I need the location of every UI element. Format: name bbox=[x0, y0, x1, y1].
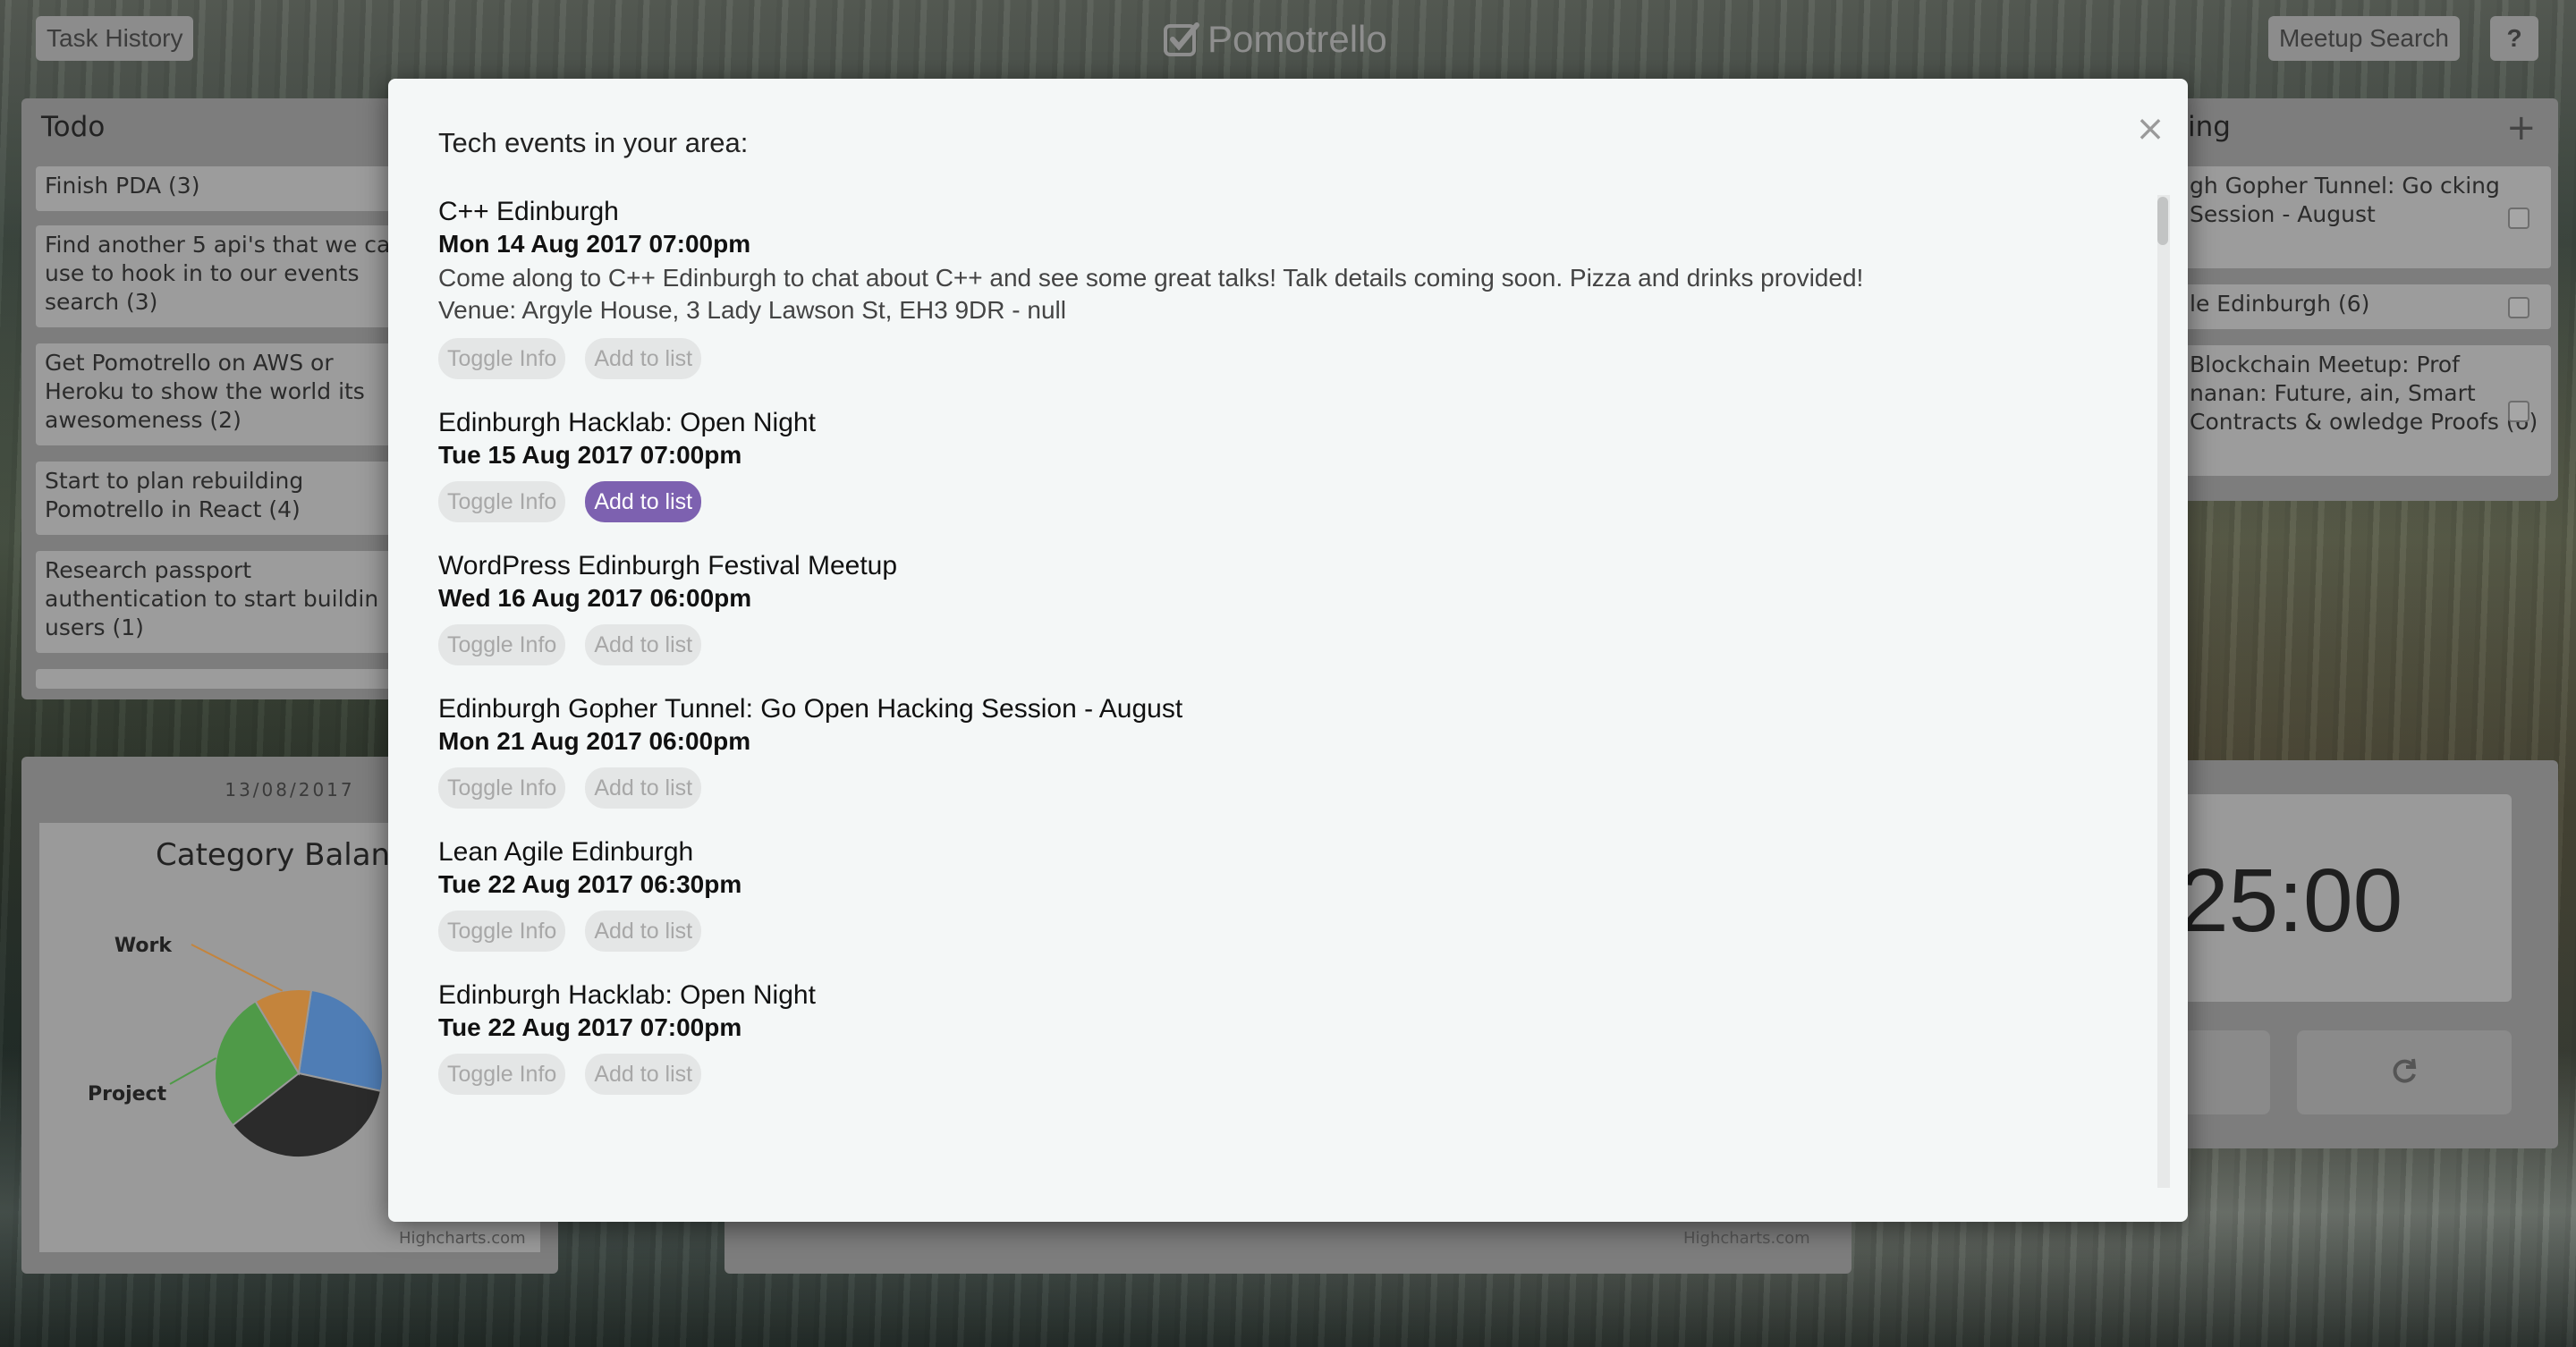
event-name: Edinburgh Hacklab: Open Night bbox=[438, 408, 816, 437]
event-date: Tue 15 Aug 2017 07:00pm bbox=[438, 441, 742, 469]
todo-item[interactable] bbox=[36, 669, 411, 689]
close-icon[interactable]: × bbox=[2132, 111, 2168, 147]
toggle-info-button[interactable]: Toggle Info bbox=[438, 767, 566, 809]
event-description: Come along to C++ Edinburgh to chat abou… bbox=[438, 264, 1864, 292]
todo-title: Todo bbox=[41, 111, 106, 143]
reset-button[interactable] bbox=[2297, 1030, 2512, 1114]
event-name: Edinburgh Gopher Tunnel: Go Open Hacking… bbox=[438, 694, 1183, 724]
add-to-list-button[interactable]: Add to list bbox=[585, 624, 702, 665]
add-to-list-button[interactable]: Add to list bbox=[585, 1054, 702, 1095]
event-item: WordPress Edinburgh Festival Meetup Wed … bbox=[438, 549, 2138, 665]
event-list: C++ Edinburgh Mon 14 Aug 2017 07:00pm Co… bbox=[438, 195, 2138, 1122]
timer-time: 25:00 bbox=[2179, 851, 2403, 951]
event-name: C++ Edinburgh bbox=[438, 197, 619, 226]
pie-connector-project bbox=[169, 1057, 217, 1085]
pie-label-work: Work bbox=[114, 935, 173, 957]
chart-credit-2: Highcharts.com bbox=[1683, 1229, 1810, 1248]
event-item: Edinburgh Hacklab: Open Night Tue 15 Aug… bbox=[438, 406, 2138, 522]
todo-item[interactable]: Start to plan rebuilding Pomotrello in R… bbox=[36, 462, 411, 535]
add-to-list-button[interactable]: Add to list bbox=[585, 911, 702, 952]
doing-item[interactable]: Blockchain Meetup: Prof nanan: Future, a… bbox=[2181, 345, 2551, 476]
todo-item[interactable]: Finish PDA (3) bbox=[36, 166, 411, 211]
pie-chart: Project Work bbox=[88, 935, 384, 1158]
help-button[interactable]: ? bbox=[2490, 16, 2538, 61]
meetup-modal: × Tech events in your area: C++ Edinburg… bbox=[388, 79, 2188, 1222]
modal-scrollbar-thumb[interactable] bbox=[2157, 197, 2168, 245]
chart-title: Category Balan bbox=[156, 837, 391, 873]
check-square-icon bbox=[1164, 22, 1199, 56]
toggle-info-button[interactable]: Toggle Info bbox=[438, 911, 566, 952]
refresh-icon bbox=[2393, 1058, 2417, 1083]
event-date: Tue 22 Aug 2017 06:30pm bbox=[438, 870, 742, 898]
event-item: Edinburgh Gopher Tunnel: Go Open Hacking… bbox=[438, 692, 2138, 809]
doing-checkbox[interactable] bbox=[2508, 401, 2529, 422]
doing-checkbox[interactable] bbox=[2508, 297, 2529, 318]
pie-label-project: Project bbox=[88, 1083, 167, 1106]
brand-logo: Pomotrello bbox=[1163, 13, 1387, 66]
event-date: Mon 14 Aug 2017 07:00pm bbox=[438, 230, 751, 258]
add-to-list-button[interactable]: Add to list bbox=[585, 338, 702, 379]
event-item: Edinburgh Hacklab: Open Night Tue 22 Aug… bbox=[438, 978, 2138, 1095]
doing-item-label: Blockchain Meetup: Prof nanan: Future, a… bbox=[2190, 352, 2538, 435]
event-item: Lean Agile Edinburgh Tue 22 Aug 2017 06:… bbox=[438, 835, 2138, 952]
todo-item[interactable]: Research passport authentication to star… bbox=[36, 551, 411, 653]
meetup-search-button[interactable]: Meetup Search bbox=[2268, 16, 2460, 61]
toggle-info-button[interactable]: Toggle Info bbox=[438, 624, 566, 665]
event-name: Edinburgh Hacklab: Open Night bbox=[438, 980, 816, 1010]
toggle-info-button[interactable]: Toggle Info bbox=[438, 338, 566, 379]
event-item: C++ Edinburgh Mon 14 Aug 2017 07:00pm Co… bbox=[438, 195, 2138, 379]
modal-scrollbar[interactable] bbox=[2157, 195, 2170, 1188]
toggle-info-button[interactable]: Toggle Info bbox=[438, 1054, 566, 1095]
event-venue: Venue: Argyle House, 3 Lady Lawson St, E… bbox=[438, 296, 1066, 324]
doing-checkbox[interactable] bbox=[2508, 208, 2529, 229]
toggle-info-button[interactable]: Toggle Info bbox=[438, 481, 566, 522]
add-task-button[interactable]: + bbox=[2506, 107, 2537, 148]
event-name: WordPress Edinburgh Festival Meetup bbox=[438, 551, 898, 580]
doing-item[interactable]: gh Gopher Tunnel: Go cking Session - Aug… bbox=[2181, 166, 2551, 268]
event-date: Tue 22 Aug 2017 07:00pm bbox=[438, 1013, 742, 1041]
pause-button[interactable] bbox=[2182, 1030, 2270, 1114]
doing-item[interactable]: le Edinburgh (6) bbox=[2181, 284, 2551, 329]
doing-item-label: le Edinburgh (6) bbox=[2190, 291, 2370, 317]
add-to-list-button[interactable]: Add to list bbox=[585, 767, 702, 809]
doing-title: ing bbox=[2188, 111, 2231, 143]
doing-item-label: gh Gopher Tunnel: Go cking Session - Aug… bbox=[2190, 173, 2500, 227]
brand-title: Pomotrello bbox=[1208, 18, 1387, 60]
todo-item[interactable]: Get Pomotrello on AWS or Heroku to show … bbox=[36, 343, 411, 445]
task-history-button[interactable]: Task History bbox=[36, 16, 194, 61]
todo-item[interactable]: Find another 5 api's that we ca use to h… bbox=[36, 225, 411, 327]
event-date: Mon 21 Aug 2017 06:00pm bbox=[438, 727, 751, 755]
event-date: Wed 16 Aug 2017 06:00pm bbox=[438, 584, 752, 612]
modal-heading: Tech events in your area: bbox=[438, 127, 749, 158]
chart-credit: Highcharts.com bbox=[399, 1229, 526, 1248]
pie-connector-work bbox=[191, 944, 284, 992]
add-to-list-button[interactable]: Add to list bbox=[585, 481, 702, 522]
event-name: Lean Agile Edinburgh bbox=[438, 837, 694, 867]
